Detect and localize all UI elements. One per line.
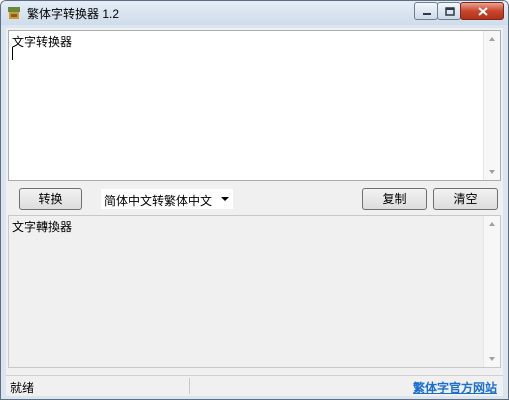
- official-site-link[interactable]: 繁体字官方网站: [413, 379, 497, 396]
- clear-button[interactable]: 清空: [433, 188, 498, 210]
- status-divider: [189, 378, 190, 394]
- app-icon: [7, 6, 21, 20]
- conversion-mode-value: 简体中文转繁体中文: [104, 194, 213, 208]
- close-icon: [478, 7, 488, 16]
- app-window: 繁体字转换器 1.2 文字转换器 转换 简体中文转繁体中文 复制 清空 文字轉換…: [0, 0, 509, 400]
- copy-button[interactable]: 复制: [362, 188, 427, 210]
- source-scrollbar[interactable]: [483, 31, 500, 180]
- convert-button[interactable]: 转换: [19, 188, 82, 210]
- status-text: 就绪: [10, 381, 35, 395]
- conversion-mode-select[interactable]: 简体中文转繁体中文: [101, 189, 233, 209]
- minimize-button[interactable]: [414, 2, 438, 20]
- result-text-area[interactable]: 文字轉換器: [8, 215, 501, 368]
- close-button[interactable]: [460, 2, 504, 20]
- scroll-down-icon[interactable]: [484, 164, 500, 180]
- client-area: 文字转换器 转换 简体中文转繁体中文 复制 清空 文字轉換器: [6, 28, 503, 396]
- status-bar: 就绪 繁体字官方网站: [6, 375, 503, 396]
- scroll-down-icon[interactable]: [484, 351, 500, 367]
- title-bar[interactable]: 繁体字转换器 1.2: [1, 1, 508, 25]
- window-title: 繁体字转换器 1.2: [27, 7, 120, 21]
- minimize-icon: [423, 13, 431, 15]
- source-text: 文字转换器: [12, 35, 73, 49]
- result-scrollbar[interactable]: [483, 216, 500, 367]
- scroll-up-icon[interactable]: [484, 216, 500, 232]
- scroll-up-icon[interactable]: [484, 31, 500, 47]
- maximize-icon: [445, 7, 455, 16]
- result-text: 文字轉換器: [12, 220, 73, 234]
- dropdown-arrow-icon: [221, 197, 229, 201]
- source-text-area[interactable]: 文字转换器: [8, 30, 501, 181]
- maximize-button[interactable]: [437, 2, 461, 20]
- text-caret: [12, 47, 13, 60]
